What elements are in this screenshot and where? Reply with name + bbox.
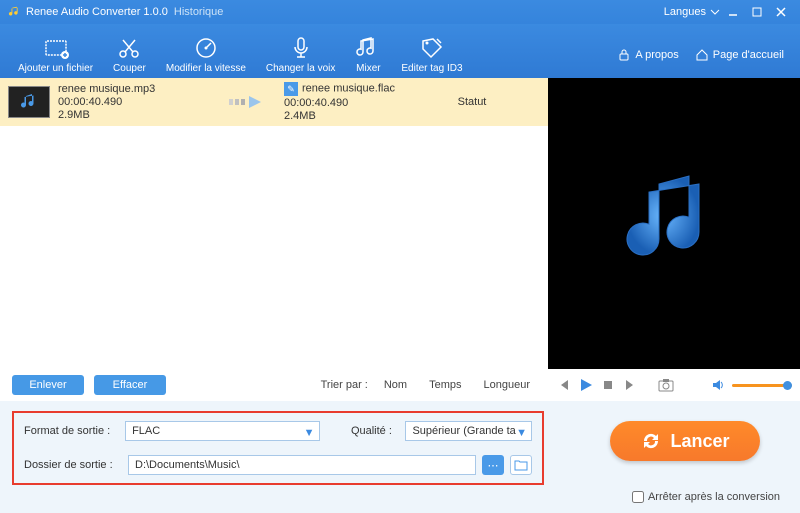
cut-button[interactable]: Couper <box>103 35 156 74</box>
status-header: Statut <box>442 96 502 108</box>
source-filename: renee musique.mp3 <box>58 83 218 95</box>
lock-icon <box>617 48 631 62</box>
language-dropdown[interactable]: Langues <box>664 6 720 18</box>
stop-after-input[interactable] <box>632 491 644 503</box>
home-label: Page d'accueil <box>713 49 784 61</box>
snapshot-button[interactable] <box>658 377 674 393</box>
quality-value: Supérieur (Grande ta <box>412 425 515 437</box>
folder-value: D:\Documents\Music\ <box>135 459 240 471</box>
output-folder-input[interactable]: D:\Documents\Music\ <box>128 455 476 475</box>
refresh-icon <box>640 430 662 452</box>
dest-file-info: ✎renee musique.flac 00:00:40.490 2.4MB <box>284 82 434 122</box>
folder-label: Dossier de sortie : <box>24 459 122 471</box>
stop-button[interactable] <box>600 377 616 393</box>
sort-by-label: Trier par : <box>321 379 368 391</box>
add-file-label: Ajouter un fichier <box>18 63 93 74</box>
id3-button[interactable]: Editer tag ID3 <box>391 35 472 74</box>
history-link[interactable]: Historique <box>174 6 224 18</box>
preview-panel <box>548 78 800 401</box>
chevron-down-icon <box>710 7 720 17</box>
filmstrip-icon <box>43 35 69 61</box>
close-button[interactable] <box>770 3 792 21</box>
file-thumbnail <box>8 86 50 118</box>
tag-edit-icon <box>419 35 445 61</box>
convert-arrow-icon <box>226 94 276 110</box>
volume-icon[interactable] <box>710 377 726 393</box>
sort-name[interactable]: Nom <box>378 379 413 391</box>
stop-after-checkbox[interactable]: Arrêter après la conversion <box>632 491 780 503</box>
remove-button[interactable]: Enlever <box>12 375 84 395</box>
next-button[interactable] <box>622 377 638 393</box>
clear-button[interactable]: Effacer <box>94 375 166 395</box>
main-toolbar: Ajouter un fichier Couper Modifier la vi… <box>0 24 800 78</box>
cut-label: Couper <box>113 63 146 74</box>
music-note-icon <box>19 92 39 112</box>
source-size: 2.9MB <box>58 109 218 121</box>
volume-knob[interactable] <box>783 381 792 390</box>
mixer-button[interactable]: Mixer <box>345 35 391 74</box>
prev-button[interactable] <box>556 377 572 393</box>
home-icon <box>695 48 709 62</box>
browse-folder-button[interactable] <box>510 455 532 475</box>
launch-button[interactable]: Lancer <box>610 421 760 461</box>
play-button[interactable] <box>578 377 594 393</box>
gauge-icon <box>193 35 219 61</box>
format-dropdown[interactable]: FLAC ▼ <box>125 421 319 441</box>
list-bottom-bar: Enlever Effacer Trier par : Nom Temps Lo… <box>0 369 548 401</box>
more-folder-button[interactable]: ⋯ <box>482 455 504 475</box>
sort-time[interactable]: Temps <box>423 379 467 391</box>
chevron-down-icon: ▼ <box>304 427 315 439</box>
speed-button[interactable]: Modifier la vitesse <box>156 35 256 74</box>
main-area: renee musique.mp3 00:00:40.490 2.9MB ✎re… <box>0 78 800 401</box>
dest-duration: 00:00:40.490 <box>284 97 434 109</box>
footer-panel: Format de sortie : FLAC ▼ Qualité : Supé… <box>0 401 800 513</box>
id3-label: Editer tag ID3 <box>401 63 462 74</box>
quality-label: Qualité : <box>351 425 400 437</box>
add-file-button[interactable]: Ajouter un fichier <box>8 35 103 74</box>
about-link[interactable]: A propos <box>609 48 686 74</box>
dest-filename: ✎renee musique.flac <box>284 82 434 96</box>
scissors-icon <box>116 35 142 61</box>
source-file-info: renee musique.mp3 00:00:40.490 2.9MB <box>58 83 218 121</box>
maximize-button[interactable] <box>746 3 768 21</box>
music-mix-icon <box>355 35 381 61</box>
stop-after-label: Arrêter après la conversion <box>648 491 780 503</box>
output-settings: Format de sortie : FLAC ▼ Qualité : Supé… <box>12 411 544 485</box>
volume-slider[interactable] <box>732 384 792 387</box>
quality-dropdown[interactable]: Supérieur (Grande ta ▼ <box>405 421 532 441</box>
player-controls <box>548 369 800 401</box>
file-list: renee musique.mp3 00:00:40.490 2.9MB ✎re… <box>0 78 548 401</box>
voice-label: Changer la voix <box>266 63 335 74</box>
format-value: FLAC <box>132 425 160 437</box>
sort-length[interactable]: Longueur <box>478 379 537 391</box>
about-label: A propos <box>635 49 678 61</box>
microphone-icon <box>288 35 314 61</box>
language-label: Langues <box>664 6 706 18</box>
folder-icon <box>514 459 528 471</box>
launch-label: Lancer <box>670 431 729 452</box>
mixer-label: Mixer <box>356 63 380 74</box>
source-duration: 00:00:40.490 <box>58 96 218 108</box>
preview-image <box>548 78 800 369</box>
voice-button[interactable]: Changer la voix <box>256 35 345 74</box>
file-row[interactable]: renee musique.mp3 00:00:40.490 2.9MB ✎re… <box>0 78 548 126</box>
app-title: Renee Audio Converter 1.0.0 <box>26 6 168 18</box>
speed-label: Modifier la vitesse <box>166 63 246 74</box>
app-logo-icon <box>8 5 22 19</box>
format-label: Format de sortie : <box>24 425 119 437</box>
format-badge-icon: ✎ <box>284 82 298 96</box>
minimize-button[interactable] <box>722 3 744 21</box>
chevron-down-icon: ▼ <box>516 427 527 439</box>
music-note-large-icon <box>614 164 734 284</box>
dest-size: 2.4MB <box>284 110 434 122</box>
homepage-link[interactable]: Page d'accueil <box>687 48 792 74</box>
title-bar: Renee Audio Converter 1.0.0 Historique L… <box>0 0 800 24</box>
